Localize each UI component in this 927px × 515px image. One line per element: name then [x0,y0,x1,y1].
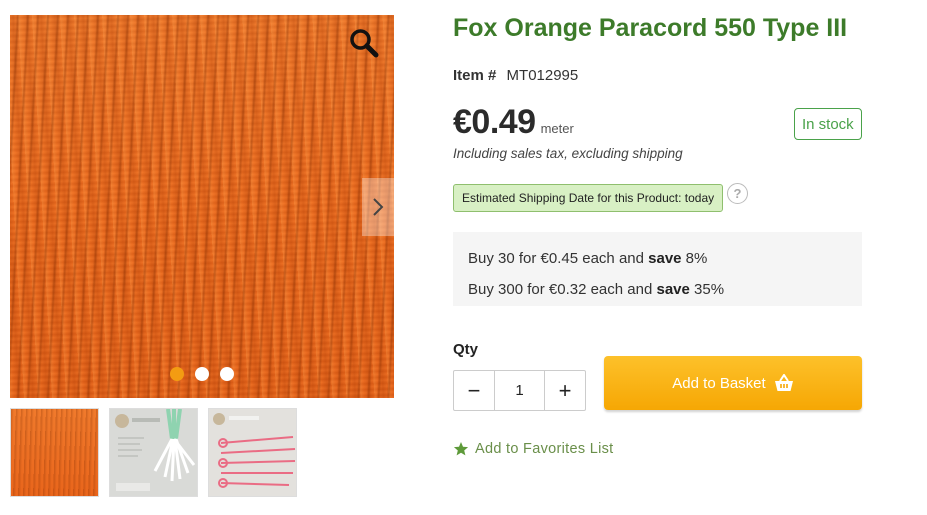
add-to-basket-label: Add to Basket [672,374,766,392]
tier-save-word: save [648,250,682,267]
add-to-basket-button[interactable]: Add to Basket [604,356,862,410]
tier-percent: 35% [689,281,725,298]
pager-dot-1[interactable] [170,367,184,381]
discount-tier: Buy 30 for €0.45 each and save 8% [468,243,847,274]
chevron-right-icon [373,198,384,216]
price-unit: meter [540,121,574,136]
product-main-image[interactable] [10,15,394,398]
thumbnail-1[interactable] [10,408,99,497]
basket-icon [774,374,793,391]
favorites-label: Add to Favorites List [475,441,614,457]
image-pager-dots [170,367,234,381]
product-price: €0.49 [453,103,536,141]
thumbnail-strip [10,408,297,497]
tier-save-word: save [656,281,690,298]
zoom-icon[interactable] [348,27,380,59]
qty-input[interactable] [494,371,545,410]
product-title: Fox Orange Paracord 550 Type III [453,14,848,42]
star-icon [453,442,469,456]
qty-increase-button[interactable]: + [545,371,585,410]
next-image-button[interactable] [362,178,394,236]
tier-text: Buy 30 for €0.45 each and [468,250,649,267]
thumbnail-2[interactable] [109,408,198,497]
qty-decrease-button[interactable]: − [454,371,494,410]
tier-percent: 8% [681,250,708,267]
item-number-row: Item # MT012995 [453,67,578,84]
tier-text: Buy 300 for €0.32 each and [468,281,657,298]
shipping-estimate-badge: Estimated Shipping Date for this Product… [453,184,724,212]
volume-discount-box: Buy 30 for €0.45 each and save 8% Buy 30… [453,232,862,306]
question-circle-icon[interactable]: ? [727,183,748,204]
thumbnail-3[interactable] [208,408,297,497]
pager-dot-2[interactable] [195,367,209,381]
pager-dot-3[interactable] [220,367,234,381]
stock-status-badge: In stock [794,108,862,140]
add-to-favorites-link[interactable]: Add to Favorites List [453,441,613,457]
qty-label: Qty [453,341,479,358]
item-number-value: MT012995 [506,67,579,84]
price-row: €0.49 meter [453,103,574,142]
item-number-label: Item # [453,67,497,84]
tax-note: Including sales tax, excluding shipping [453,146,683,161]
discount-tier: Buy 300 for €0.32 each and save 35% [468,274,847,305]
quantity-stepper: − + [453,370,586,411]
